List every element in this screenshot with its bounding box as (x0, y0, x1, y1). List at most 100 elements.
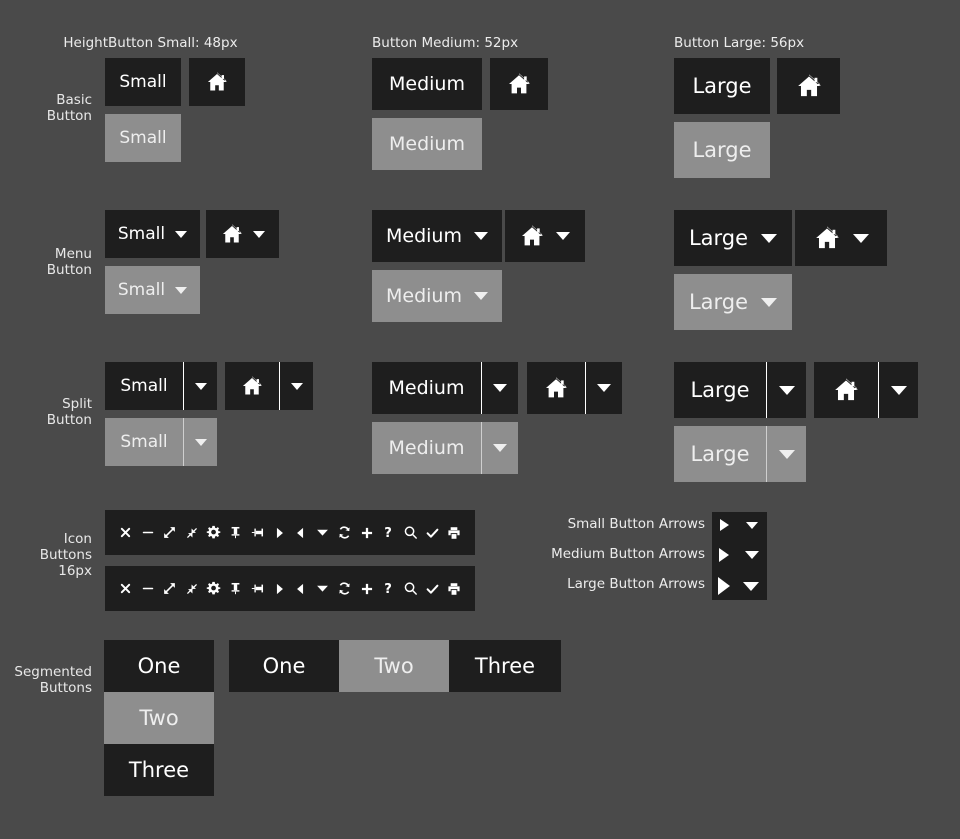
basic-button-small-disabled: Small (105, 114, 181, 162)
collapse-diagonal-icon[interactable] (181, 510, 203, 555)
question-icon[interactable]: ? (378, 566, 400, 611)
arrow-medium-right[interactable] (714, 544, 734, 566)
minimize-icon[interactable] (137, 510, 159, 555)
triangle-left-icon[interactable] (290, 566, 312, 611)
triangle-right-icon[interactable] (268, 566, 290, 611)
check-icon[interactable] (421, 566, 443, 611)
segmented-vertical-item-three[interactable]: Three (104, 744, 214, 796)
segmented-horizontal-item-three[interactable]: Three (449, 640, 561, 692)
chevron-down-icon (761, 233, 778, 243)
segmented-vertical-item-one[interactable]: One (104, 640, 214, 692)
chevron-down-icon (290, 382, 303, 390)
split-button-medium-label: Medium (388, 377, 465, 399)
home-icon (241, 376, 263, 396)
triangle-right-icon (719, 519, 729, 531)
close-icon[interactable] (115, 510, 137, 555)
pin-vertical-icon[interactable] (224, 510, 246, 555)
split-button-small-label: Small (120, 376, 168, 396)
basic-button-large-icon[interactable] (777, 58, 840, 114)
basic-button-medium-icon[interactable] (490, 58, 548, 110)
chevron-down-icon (890, 385, 907, 395)
search-icon[interactable] (399, 566, 421, 611)
split-button-large-icon-dropdown[interactable] (879, 362, 918, 418)
menu-button-large[interactable]: Large (674, 210, 792, 266)
arrow-large-right[interactable] (714, 574, 734, 598)
home-icon (833, 378, 859, 402)
menu-button-small-disabled: Small (105, 266, 200, 314)
chevron-down-icon (761, 297, 778, 307)
segmented-horizontal-item-one[interactable]: One (229, 640, 339, 692)
minimize-icon[interactable] (137, 566, 159, 611)
split-button-large-disabled: Large (674, 426, 806, 482)
arrow-small-right[interactable] (714, 514, 734, 536)
menu-button-large-icon[interactable] (795, 210, 887, 266)
menu-button-large-label: Large (688, 226, 749, 250)
arrow-medium-down[interactable] (740, 544, 764, 566)
row-label-basic-button: Basic Button (46, 92, 92, 124)
triangle-down-icon[interactable] (312, 510, 334, 555)
split-button-medium-icon-dropdown[interactable] (586, 362, 622, 414)
basic-button-medium[interactable]: Medium (372, 58, 482, 110)
arrow-small-down[interactable] (740, 514, 764, 536)
triangle-left-icon[interactable] (290, 510, 312, 555)
basic-button-small-icon[interactable] (189, 58, 245, 106)
segmented-buttons-horizontal: One Two Three (229, 640, 561, 692)
button-style-guide: Height Button Small: 48px Button Medium:… (0, 0, 960, 839)
search-icon[interactable] (399, 510, 421, 555)
svg-text:?: ? (385, 582, 393, 596)
check-icon[interactable] (421, 510, 443, 555)
gear-icon[interactable] (203, 510, 225, 555)
triangle-right-icon[interactable] (268, 510, 290, 555)
segmented-horizontal-label-one: One (262, 654, 306, 678)
segmented-vertical-label-three: Three (128, 758, 190, 782)
close-icon[interactable] (115, 566, 137, 611)
menu-button-small[interactable]: Small (105, 210, 200, 258)
split-button-small-main[interactable]: Small (105, 362, 183, 410)
plus-icon[interactable] (356, 510, 378, 555)
pin-vertical-icon[interactable] (224, 566, 246, 611)
basic-button-large[interactable]: Large (674, 58, 770, 114)
pin-horizontal-icon[interactable] (246, 566, 268, 611)
menu-button-medium-icon[interactable] (505, 210, 585, 262)
split-button-medium-icon-main[interactable] (527, 362, 585, 414)
split-button-small-icon-dropdown[interactable] (280, 362, 313, 410)
split-button-small-disabled: Small (105, 418, 217, 466)
split-button-small-dropdown[interactable] (184, 362, 217, 410)
expand-diagonal-icon[interactable] (159, 510, 181, 555)
refresh-icon[interactable] (334, 510, 356, 555)
basic-button-small[interactable]: Small (105, 58, 181, 106)
gear-icon[interactable] (203, 566, 225, 611)
split-button-medium-disabled: Medium (372, 422, 518, 474)
plus-icon[interactable] (356, 566, 378, 611)
triangle-down-icon[interactable] (312, 566, 334, 611)
split-button-medium-dropdown[interactable] (482, 362, 518, 414)
split-button-medium-disabled-main: Medium (372, 422, 481, 474)
arrow-large-down[interactable] (738, 574, 764, 598)
pin-horizontal-icon[interactable] (246, 510, 268, 555)
segmented-horizontal-item-two[interactable]: Two (339, 640, 449, 692)
home-icon (796, 74, 822, 98)
home-icon (206, 72, 228, 92)
segmented-vertical-label-two: Two (139, 706, 179, 730)
split-button-medium: Medium (372, 362, 518, 414)
expand-diagonal-icon[interactable] (159, 566, 181, 611)
menu-button-medium-disabled-label: Medium (386, 285, 462, 307)
arrow-label-large: Large Button Arrows (567, 576, 705, 592)
menu-button-small-icon[interactable] (206, 210, 279, 258)
split-button-medium-main[interactable]: Medium (372, 362, 481, 414)
split-button-large-dropdown[interactable] (767, 362, 806, 418)
split-button-large-icon-main[interactable] (814, 362, 878, 418)
segmented-buttons-vertical: One Two Three (104, 640, 214, 796)
segmented-vertical-item-two[interactable]: Two (104, 692, 214, 744)
split-button-large-main[interactable]: Large (674, 362, 766, 418)
menu-button-small-disabled-label: Small (117, 280, 166, 300)
question-icon[interactable]: ? (378, 510, 400, 555)
triangle-down-icon (745, 551, 759, 559)
chevron-down-icon (597, 384, 611, 392)
split-button-small-icon-main[interactable] (225, 362, 279, 410)
icon-toolbar-row-1: ? (105, 510, 475, 555)
refresh-icon[interactable] (334, 566, 356, 611)
split-button-large: Large (674, 362, 806, 418)
menu-button-medium[interactable]: Medium (372, 210, 502, 262)
collapse-diagonal-icon[interactable] (181, 566, 203, 611)
